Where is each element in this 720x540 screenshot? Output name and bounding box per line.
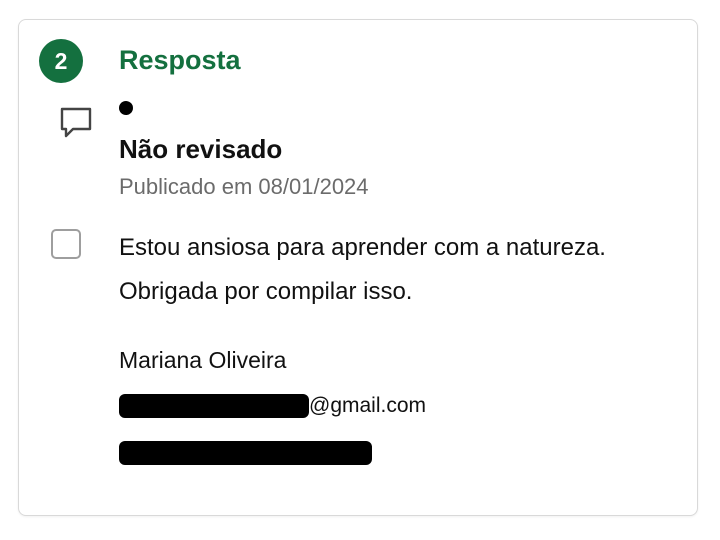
review-status: Não revisado [119, 134, 283, 164]
email-domain: @gmail.com [309, 394, 427, 417]
redacted-email-local-part [119, 394, 309, 418]
message-line: Obrigada por compilar isso. [119, 278, 413, 305]
message-line: Estou ansiosa para aprender com a nature… [119, 234, 606, 261]
author-email: @gmail.com [119, 392, 426, 420]
comment-message: Estou ansiosa para aprender com a nature… [119, 226, 679, 314]
step-title: Resposta [119, 45, 241, 75]
select-checkbox[interactable] [51, 229, 81, 259]
step-number-badge: 2 [39, 39, 83, 83]
published-date: Publicado em 08/01/2024 [119, 174, 369, 199]
status-dot [119, 101, 133, 115]
redacted-contact-info [119, 441, 372, 465]
speech-bubble-icon [60, 107, 92, 138]
author-name: Mariana Oliveira [119, 347, 287, 373]
